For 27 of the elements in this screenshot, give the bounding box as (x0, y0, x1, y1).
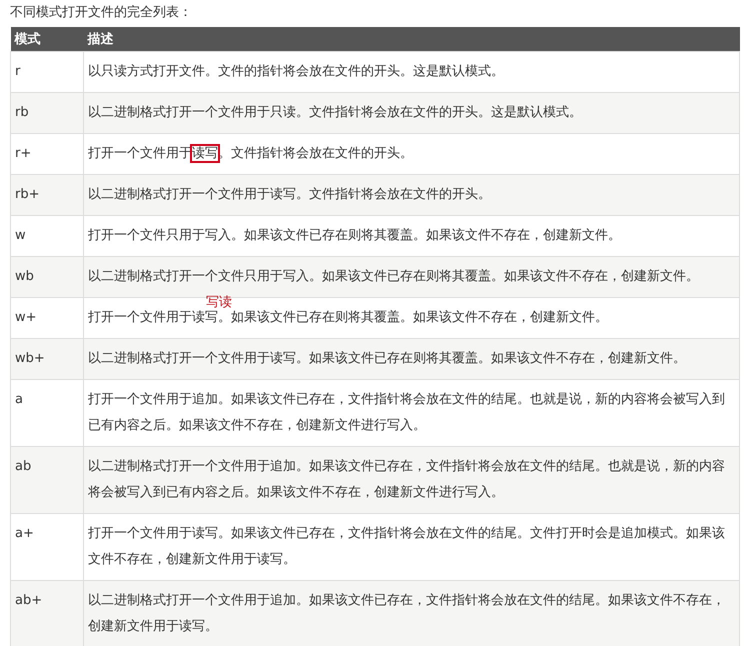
mode-cell: a+ (10, 514, 84, 580)
description-cell: 以二进制格式打开一个文件用于追加。如果该文件已存在，文件指针将会放在文件的结尾。如果该文件不存在，创建新文件用于读写。 (88, 593, 725, 634)
column-header: 描述 (84, 27, 740, 52)
mode-cell: wb+ (10, 338, 84, 380)
description-cell: 以二进制格式打开一个文件只用于写入。如果该文件已存在则将其覆盖。如果该文件不存在，创建新文件。 (88, 269, 699, 284)
description-cell: 打开一个文件用于追加。如果该文件已存在，文件指针将会放在文件的结尾。也就是说，新的内容将会被写入到已有内容之后。如果该文件不存在，创建新文件进行写入。 (88, 392, 725, 433)
mode-cell: w+ (10, 298, 84, 338)
mode-cell: a (10, 380, 84, 446)
mode-cell: rb+ (10, 174, 84, 216)
intro-text: 不同模式打开文件的完全列表： (9, 4, 193, 22)
mode-cell: r+ (10, 134, 84, 174)
description-cell: 以二进制格式打开一个文件用于读写。如果该文件已存在则将其覆盖。如果该文件不存在，创建新文件。 (88, 351, 686, 366)
handwritten-annotation: 写读 (206, 296, 232, 310)
description-cell: 以二进制格式打开一个文件用于追加。如果该文件已存在，文件指针将会放在文件的结尾。也就是说，新的内容将会被写入到已有内容之后。如果该文件不存在，创建新文件进行写入。 (88, 459, 725, 500)
description-cell: 以只读方式打开文件。文件的指针将会放在文件的开头。这是默认模式。 (88, 64, 504, 79)
mode-cell: ab (10, 446, 84, 514)
mode-cell: rb (10, 92, 84, 134)
mode-cell: ab+ (10, 580, 84, 646)
mode-cell: w (10, 216, 84, 256)
mode-cell: wb (10, 256, 84, 298)
description-cell: 以二进制格式打开一个文件用于读写。文件指针将会放在文件的开头。 (88, 187, 491, 202)
description-cell: 打开一个文件用于读写。如果该文件已存在则将其覆盖。如果该文件不存在，创建新文件。 (88, 310, 608, 325)
column-header: 模式 (10, 27, 84, 52)
description-cell: 以二进制格式打开一个文件用于只读。文件指针将会放在文件的开头。这是默认模式。 (88, 105, 582, 120)
description-cell: 打开一个文件用于读写。如果该文件已存在，文件指针将会放在文件的结尾。文件打开时会是追加模式。如果该文件不存在，创建新文件用于读写。 (88, 526, 725, 567)
mode-cell: r (10, 52, 84, 92)
description-cell: 打开一个文件只用于写入。如果该文件已存在则将其覆盖。如果该文件不存在，创建新文件。 (88, 228, 621, 243)
